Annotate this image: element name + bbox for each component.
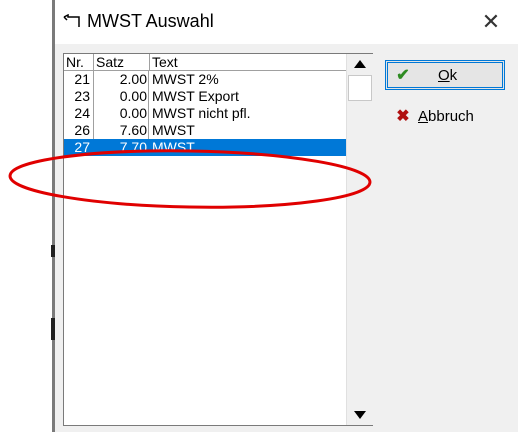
cell-satz: 0.00 [94,88,149,105]
title-bar[interactable]: MWST Auswahl ✕ [55,0,518,44]
cell-satz: 2.00 [94,71,149,88]
list-row[interactable]: 21 2.00 MWST 2% [64,71,346,88]
abbruch-button-label: Abbruch [418,108,474,125]
list-row[interactable]: 26 7.60 MWST [64,122,346,139]
cell-nr: 21 [64,71,94,88]
cell-text: MWST [152,122,195,138]
cell-text: MWST Export [152,88,239,104]
cell-text: MWST nicht pfl. [152,105,251,121]
app-icon [63,13,81,28]
column-header-satz[interactable]: Satz [94,54,150,71]
cell-nr: 24 [64,105,94,122]
scroll-up-button[interactable] [347,54,373,74]
cell-text: MWST 2% [152,71,219,87]
ok-button-label: Ok [438,67,458,84]
close-button[interactable]: ✕ [475,8,507,36]
cell-satz: 7.60 [94,122,149,139]
triangle-up-icon [354,55,366,73]
column-header-text[interactable]: Text [150,54,346,71]
mwst-list[interactable]: Nr. Satz Text 21 2.00 MWST 2% 23 0.00 MW… [63,53,373,426]
window-title: MWST Auswahl [87,11,214,31]
cell-nr: 23 [64,88,94,105]
triangle-down-icon [354,406,366,424]
list-row[interactable]: 23 0.00 MWST Export [64,88,346,105]
cell-satz: 0.00 [94,105,149,122]
column-header-nr[interactable]: Nr. [64,54,94,71]
cell-nr: 27 [64,139,94,156]
ok-button[interactable]: ✔ Ok [385,60,505,90]
close-icon: ✕ [481,9,501,34]
scroll-thumb[interactable] [348,75,372,101]
cross-icon: ✖ [396,108,410,125]
cell-nr: 26 [64,122,94,139]
list-header: Nr. Satz Text [64,54,346,71]
check-icon: ✔ [396,67,410,84]
cell-text: MWST [152,139,195,155]
scroll-down-button[interactable] [347,405,373,425]
mwst-dialog: MWST Auswahl ✕ Nr. Satz Text 21 2.00 MWS… [55,0,518,432]
cell-satz: 7.70 [94,139,149,156]
list-row[interactable]: 24 0.00 MWST nicht pfl. [64,105,346,122]
abbruch-button[interactable]: ✖ Abbruch [385,101,505,131]
list-row-selected[interactable]: 27 7.70 MWST [64,139,346,156]
vertical-scrollbar[interactable] [346,54,373,425]
